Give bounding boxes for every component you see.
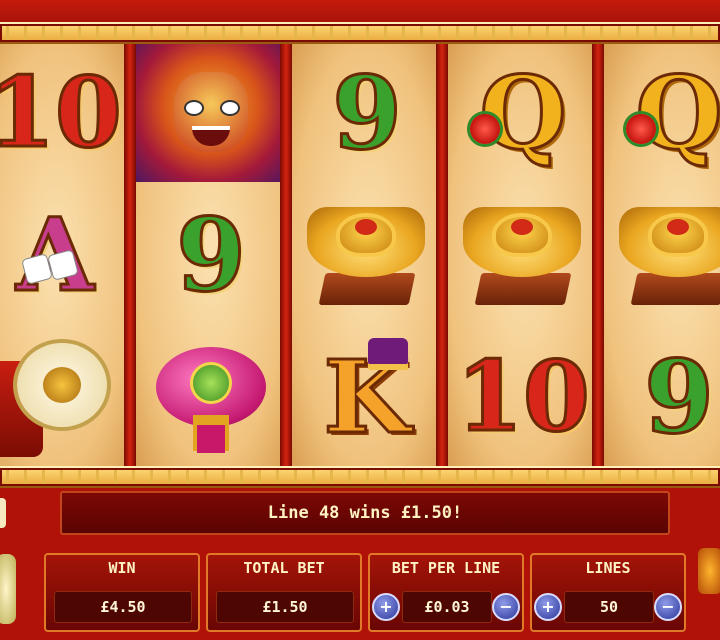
symbol-ten: 10 xyxy=(448,328,598,466)
symbol-label: 9 xyxy=(643,338,716,456)
lines-plus-button[interactable]: + xyxy=(534,593,562,621)
symbol-king: K xyxy=(292,328,442,466)
win-value: £4.50 xyxy=(54,591,192,623)
total-bet-label: TOTAL BET xyxy=(243,559,325,577)
win-panel: WIN £4.50 xyxy=(44,553,200,632)
symbol-nine: 9 xyxy=(292,44,442,182)
symbol-label: Q xyxy=(478,54,568,172)
symbol-dragon xyxy=(136,44,286,182)
win-label: WIN xyxy=(108,559,136,577)
reel-2: 9 xyxy=(136,44,288,466)
symbol-ten: 10 xyxy=(0,44,130,182)
reel-divider xyxy=(280,44,292,466)
side-decoration xyxy=(698,548,720,594)
reel-divider xyxy=(436,44,448,466)
flower-icon xyxy=(626,114,656,144)
symbol-label: 10 xyxy=(455,340,592,453)
crown-icon xyxy=(368,338,408,364)
symbol-nine: 9 xyxy=(604,328,720,466)
plus-icon: + xyxy=(541,597,555,616)
bet-per-line-label: BET PER LINE xyxy=(391,559,501,577)
symbol-gold-ingot xyxy=(448,186,598,324)
bottom-fret-border xyxy=(0,466,720,488)
reel-3: 9 K xyxy=(292,44,444,466)
reel-1: 10 A xyxy=(0,44,132,466)
bet-per-line-plus-button[interactable]: + xyxy=(372,593,400,621)
symbol-nine: 9 xyxy=(136,186,286,324)
reel-divider xyxy=(592,44,604,466)
bet-per-line-value: £0.03 xyxy=(402,591,492,623)
symbol-label: 9 xyxy=(331,54,404,172)
bet-per-line-minus-button[interactable]: − xyxy=(492,593,520,621)
top-fret-border xyxy=(0,22,720,44)
minus-icon: − xyxy=(499,597,513,616)
symbol-gold-ingot xyxy=(292,186,442,324)
total-bet-value: £1.50 xyxy=(216,591,354,623)
lines-minus-button[interactable]: − xyxy=(654,593,682,621)
symbol-lantern xyxy=(136,328,286,466)
symbol-ace: A xyxy=(0,186,130,324)
symbol-queen: Q xyxy=(448,44,598,182)
plus-icon: + xyxy=(379,597,393,616)
minus-icon: − xyxy=(661,597,675,616)
total-bet-panel: TOTAL BET £1.50 xyxy=(206,553,362,632)
reel-divider xyxy=(124,44,136,466)
bet-per-line-panel: BET PER LINE + £0.03 − xyxy=(368,553,524,632)
flower-icon xyxy=(470,114,500,144)
reel-area: 10 A 9 xyxy=(0,44,720,466)
side-menu-tab[interactable] xyxy=(0,498,6,528)
lines-label: LINES xyxy=(585,559,631,577)
win-message-text: Line 48 wins £1.50! xyxy=(267,503,463,523)
reel-4: Q 10 xyxy=(448,44,600,466)
symbol-label: 9 xyxy=(175,196,248,314)
symbol-drum xyxy=(0,328,130,466)
symbol-label: Q xyxy=(634,54,720,172)
symbol-label: 10 xyxy=(0,56,123,169)
lines-value: 50 xyxy=(564,591,654,623)
win-message-bar: Line 48 wins £1.50! xyxy=(60,491,670,535)
lines-panel: LINES + 50 − xyxy=(530,553,686,632)
reel-5: Q 9 xyxy=(604,44,720,466)
symbol-gold-ingot xyxy=(604,186,720,324)
symbol-queen: Q xyxy=(604,44,720,182)
side-decoration xyxy=(0,554,16,624)
